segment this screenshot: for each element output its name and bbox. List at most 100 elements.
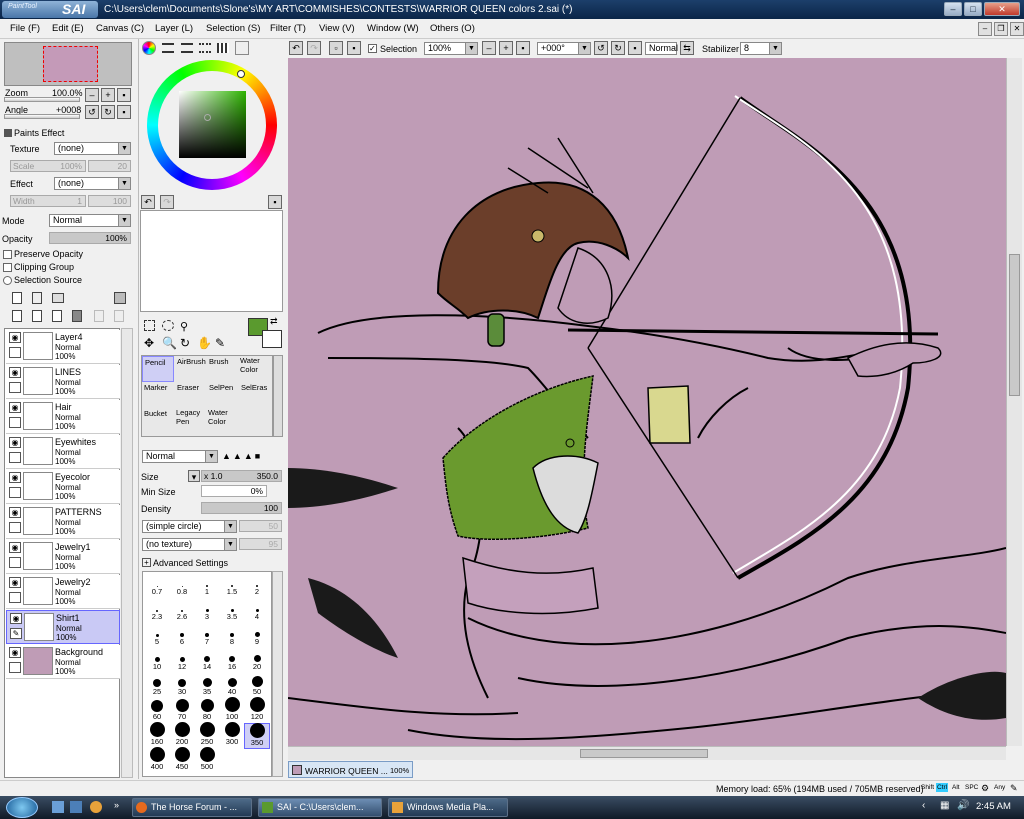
brush-size-option[interactable]: 80 [194, 698, 220, 724]
delete-layer-icon[interactable] [72, 310, 82, 322]
brush-shape-dropdown[interactable]: (simple circle) ▼ [142, 520, 237, 533]
taskbar-item-media-player[interactable]: Windows Media Pla... [388, 798, 508, 817]
navigator-viewport[interactable] [43, 46, 98, 82]
doc-close-button[interactable]: ✕ [1010, 22, 1024, 36]
texture-dropdown[interactable]: (none) ▼ [54, 142, 131, 155]
brush-size-option[interactable]: 160 [144, 722, 170, 749]
taskbar-item-sai[interactable]: SAI - C:\Users\clem... [258, 798, 382, 817]
rotate-icon[interactable]: ↻ [180, 336, 190, 350]
doc-minimize-button[interactable]: – [978, 22, 992, 36]
layer-row[interactable]: ◉ Eyewhites Normal 100% [6, 435, 120, 469]
brush-lock-icon[interactable]: ✎ [10, 628, 22, 639]
lock-icon[interactable] [9, 592, 21, 603]
swatches-tab-icon[interactable] [217, 43, 229, 53]
transfer-down-icon[interactable] [12, 310, 22, 322]
eye-icon[interactable]: ◉ [9, 437, 21, 448]
effect-dropdown[interactable]: (none) ▼ [54, 177, 131, 190]
brush-size-option[interactable]: 6 [169, 623, 195, 649]
horizontal-scroll-thumb[interactable] [580, 749, 708, 758]
lasso-icon[interactable] [162, 320, 174, 331]
brush-size-option[interactable]: 12 [169, 648, 195, 674]
brush-size-option[interactable]: 0.8 [169, 573, 195, 599]
eye-icon[interactable]: ◉ [9, 472, 21, 483]
lock-icon[interactable] [9, 452, 21, 463]
size-bar[interactable]: x 1.0 350.0 [201, 470, 282, 482]
menu-file[interactable]: File (F) [10, 23, 40, 34]
scratchpad-area[interactable] [140, 210, 283, 312]
toolbar-zoom-out-button[interactable]: – [482, 41, 496, 55]
secondary-color-swatch[interactable] [262, 330, 282, 348]
layer-row[interactable]: ◉ Jewelry1 Normal 100% [6, 540, 120, 574]
new-linework-layer-icon[interactable] [32, 292, 42, 304]
eyedropper-icon[interactable]: ✎ [215, 336, 225, 350]
drawing-canvas[interactable] [288, 58, 1006, 746]
brush-shape-number[interactable]: 50 [239, 520, 282, 532]
color-saturation-box[interactable] [179, 91, 246, 158]
scratchpad-tab-icon[interactable] [235, 41, 249, 55]
brush-size-option[interactable]: 70 [169, 698, 195, 724]
vertical-scroll-thumb[interactable] [1009, 254, 1020, 396]
brush-size-option[interactable]: 350 [244, 723, 270, 749]
clear-layer-icon[interactable] [52, 310, 62, 322]
brush-size-option[interactable]: 10 [144, 648, 170, 674]
color-mixer-tab-icon[interactable] [199, 43, 211, 53]
zoom-out-button[interactable]: – [85, 88, 99, 102]
menu-view[interactable]: View (V) [319, 23, 355, 34]
minimize-button[interactable]: – [944, 2, 962, 16]
brush-size-option[interactable]: 2.3 [144, 598, 170, 624]
merge-down-icon[interactable] [32, 310, 42, 322]
brush-size-option[interactable]: 2.6 [169, 598, 195, 624]
lock-icon[interactable] [9, 487, 21, 498]
brush-size-option[interactable]: 5 [144, 623, 170, 649]
zoom-icon[interactable]: 🔍 [162, 336, 177, 350]
undo-button[interactable]: ↶ [289, 41, 303, 55]
toolbar-rotate-left-button[interactable]: ↺ [594, 41, 608, 55]
angle-slider[interactable] [4, 114, 80, 119]
brush-size-option[interactable]: 120 [244, 697, 270, 724]
lock-icon[interactable] [9, 557, 21, 568]
eye-icon[interactable]: ◉ [9, 507, 21, 518]
tool-watercolor-2[interactable]: Water Color [207, 408, 239, 434]
expand-icon[interactable]: + [142, 558, 151, 567]
flip-view-button[interactable]: ⇆ [680, 41, 694, 55]
preserve-opacity-checkbox[interactable] [3, 250, 12, 259]
lock-icon[interactable] [9, 662, 21, 673]
zoom-slider[interactable] [4, 97, 80, 102]
layer-row[interactable]: ◉ LINES Normal 100% [6, 365, 120, 399]
layer-row[interactable]: ◉ Layer4 Normal 100% [6, 330, 120, 364]
brush-size-option[interactable]: 3 [194, 598, 220, 624]
scale-bar[interactable]: Scale 100% [10, 160, 86, 172]
menu-canvas[interactable]: Canvas (C) [96, 23, 144, 34]
eye-icon[interactable]: ◉ [9, 367, 21, 378]
menu-layer[interactable]: Layer (L) [155, 23, 193, 34]
tool-pencil[interactable]: Pencil [142, 356, 174, 382]
lock-icon[interactable] [9, 382, 21, 393]
layer-row[interactable]: ◉ Hair Normal 100% [6, 400, 120, 434]
brush-size-option[interactable]: 3.5 [219, 598, 245, 624]
undo-color-button[interactable]: ↶ [141, 195, 155, 209]
brush-blend-dropdown[interactable]: Normal ▼ [142, 450, 218, 463]
canvas-vertical-scrollbar[interactable] [1006, 58, 1022, 746]
start-button[interactable] [6, 797, 38, 818]
angle-dropdown[interactable]: +000° ▼ [537, 42, 591, 55]
network-icon[interactable]: ▦ [940, 800, 949, 811]
menu-filter[interactable]: Filter (T) [270, 23, 306, 34]
rotate-left-button[interactable]: ↺ [85, 105, 99, 119]
zoom-reset-button[interactable]: ▪ [117, 88, 131, 102]
tool-eraser[interactable]: Eraser [175, 382, 207, 408]
brush-size-option[interactable]: 8 [219, 623, 245, 649]
hand-icon[interactable]: ✋ [197, 336, 212, 350]
min-size-bar[interactable]: 0% [201, 485, 267, 497]
brush-shape-buttons[interactable]: ▲▲▲■ [222, 451, 282, 463]
color-wheel-tab-icon[interactable] [142, 41, 156, 55]
hsv-slider-tab-icon[interactable] [181, 43, 193, 53]
brush-size-option[interactable]: 60 [144, 698, 170, 724]
toolbar-zoom-reset-button[interactable]: ▪ [516, 41, 530, 55]
zoom-in-button[interactable]: + [101, 88, 115, 102]
switch-windows-icon[interactable] [70, 801, 82, 813]
layer-row[interactable]: ◉ Background Normal 100% [6, 645, 120, 679]
brush-size-option[interactable]: 9 [244, 623, 270, 649]
canvas-horizontal-scrollbar[interactable] [288, 746, 1006, 760]
rotate-right-button[interactable]: ↻ [101, 105, 115, 119]
redo-color-button[interactable]: ↷ [160, 195, 174, 209]
